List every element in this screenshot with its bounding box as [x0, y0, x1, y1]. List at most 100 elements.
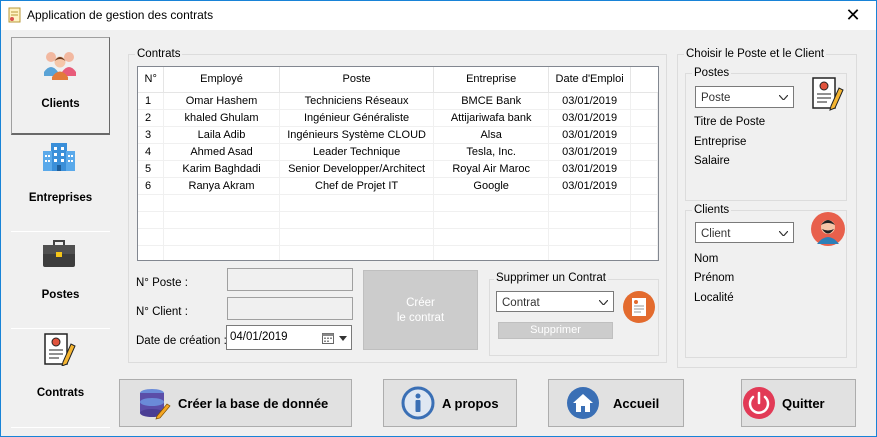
title-bar: Application de gestion des contrats ✕ — [1, 1, 876, 30]
table-cell: 3 — [138, 126, 165, 144]
sidebar-item-label: Entreprises — [28, 192, 93, 204]
quit-label: Quitter — [782, 396, 825, 411]
table-row[interactable]: 6 Ranya Akram Chef de Projet IT Google 0… — [138, 177, 658, 195]
create-contract-label-line1: Créer — [406, 297, 435, 309]
chevron-down-icon — [599, 300, 608, 305]
contract-icon — [44, 333, 76, 366]
sidebar-item-label: Contrats — [36, 387, 85, 399]
sidebar-item-clients[interactable]: Clients — [11, 37, 110, 135]
table-cell: Chef de Projet IT — [279, 177, 435, 195]
client-nom-label: Nom — [694, 253, 719, 265]
table-cell: Tesla, Inc. — [433, 143, 549, 161]
table-cell: Karim Baghdadi — [163, 160, 280, 178]
table-cell: Omar Hashem — [163, 92, 280, 110]
poste-number-field[interactable] — [227, 268, 353, 291]
sidebar: Clients Entreprises Postes Contrats — [11, 37, 110, 428]
table-cell: 2 — [138, 109, 165, 127]
contrats-group-title: Contrats — [135, 48, 183, 60]
briefcase-icon — [43, 240, 75, 267]
choisir-group-title: Choisir le Poste et le Client — [684, 48, 827, 60]
poste-salaire-label: Salaire — [694, 155, 730, 167]
table-row-empty — [138, 194, 658, 212]
quit-button[interactable]: Quitter — [741, 379, 856, 427]
table-cell: Leader Technique — [279, 143, 435, 161]
column-header[interactable]: Employé — [163, 67, 280, 93]
create-database-button[interactable]: Créer la base de donnée — [119, 379, 352, 427]
table-row[interactable]: 4 Ahmed Asad Leader Technique Tesla, Inc… — [138, 143, 658, 161]
table-cell: Ahmed Asad — [163, 143, 280, 161]
client-number-field[interactable] — [227, 297, 353, 320]
table-cell: 4 — [138, 143, 165, 161]
clients-group-title: Clients — [692, 204, 732, 216]
client-prenom-label: Prénom — [694, 272, 735, 284]
table-row[interactable]: 3 Laila Adib Ingénieurs Système CLOUD Al… — [138, 126, 658, 144]
supprimer-group-title: Supprimer un Contrat — [494, 272, 608, 284]
column-header[interactable]: Poste — [279, 67, 435, 93]
table-row[interactable]: 5 Karim Baghdadi Senior Developper/Archi… — [138, 160, 658, 178]
column-header[interactable]: Entreprise — [433, 67, 549, 93]
window-title: Application de gestion des contrats — [27, 8, 214, 22]
table-row[interactable]: 1 Omar Hashem Techniciens Réseaux BMCE B… — [138, 92, 658, 110]
create-database-label: Créer la base de donnée — [178, 396, 329, 411]
poste-title-label: Titre de Poste — [694, 116, 766, 128]
poste-label: N° Poste : — [136, 277, 188, 289]
table-cell: 6 — [138, 177, 165, 195]
create-contract-button[interactable]: Créer le contrat — [363, 270, 478, 350]
contract-select[interactable]: Contrat — [496, 291, 614, 312]
table-row-empty — [138, 245, 658, 260]
contracts-table: N° Employé Poste Entreprise Date d'Emplo… — [138, 67, 658, 260]
contract-select-value: Contrat — [502, 297, 540, 309]
column-header[interactable]: N° — [138, 67, 165, 93]
close-icon: ✕ — [845, 5, 861, 25]
poste-contract-icon — [812, 77, 844, 111]
main-window: Application de gestion des contrats ✕ Cl… — [0, 0, 877, 437]
home-button[interactable]: Accueil — [548, 379, 684, 427]
sidebar-item-label: Postes — [41, 289, 80, 301]
table-cell: 03/01/2019 — [548, 92, 632, 110]
home-label: Accueil — [613, 396, 660, 411]
sidebar-item-postes[interactable]: Postes — [11, 232, 110, 329]
table-cell: Royal Air Maroc — [433, 160, 549, 178]
column-header[interactable]: Date d'Emploi — [548, 67, 632, 93]
building-icon — [43, 143, 75, 171]
about-button[interactable]: A propos — [383, 379, 517, 427]
table-header: N° Employé Poste Entreprise Date d'Emplo… — [138, 67, 658, 93]
date-value: 04/01/2019 — [230, 331, 288, 343]
info-icon — [401, 386, 435, 420]
table-cell: 03/01/2019 — [548, 143, 632, 161]
home-icon — [567, 387, 599, 419]
date-label: Date de création : — [136, 335, 227, 347]
client-label: N° Client : — [136, 306, 188, 318]
poste-entreprise-label: Entreprise — [694, 136, 747, 148]
sidebar-item-contrats[interactable]: Contrats — [11, 329, 110, 428]
table-cell: Laila Adib — [163, 126, 280, 144]
table-row[interactable]: 2 khaled Ghulam Ingénieur Généraliste At… — [138, 109, 658, 127]
poste-select[interactable]: Poste — [695, 86, 794, 108]
column-header-filler — [630, 67, 658, 93]
calendar-icon — [322, 333, 334, 344]
client-localite-label: Localité — [694, 292, 734, 304]
chevron-down-icon — [779, 95, 788, 100]
table-cell: Ranya Akram — [163, 177, 280, 195]
table-cell: Ingénieur Généraliste — [279, 109, 435, 127]
table-cell: 5 — [138, 160, 165, 178]
chevron-down-icon — [339, 336, 347, 341]
sidebar-item-entreprises[interactable]: Entreprises — [11, 135, 110, 232]
poste-select-value: Poste — [701, 92, 731, 104]
chevron-down-icon — [779, 231, 788, 236]
table-cell: 03/01/2019 — [548, 109, 632, 127]
close-button[interactable]: ✕ — [830, 1, 876, 30]
table-cell: BMCE Bank — [433, 92, 549, 110]
table-cell: Attijariwafa bank — [433, 109, 549, 127]
app-icon — [8, 7, 21, 23]
contracts-list[interactable]: N° Employé Poste Entreprise Date d'Emplo… — [137, 66, 659, 261]
date-picker[interactable]: 04/01/2019 — [226, 325, 352, 350]
supprimer-button[interactable]: Supprimer — [498, 322, 613, 339]
table-cell: Alsa — [433, 126, 549, 144]
table-cell: Techniciens Réseaux — [279, 92, 435, 110]
power-icon — [743, 387, 775, 419]
client-select[interactable]: Client — [695, 222, 794, 243]
database-icon — [140, 389, 171, 420]
table-cell: 1 — [138, 92, 165, 110]
table-cell: 03/01/2019 — [548, 160, 632, 178]
